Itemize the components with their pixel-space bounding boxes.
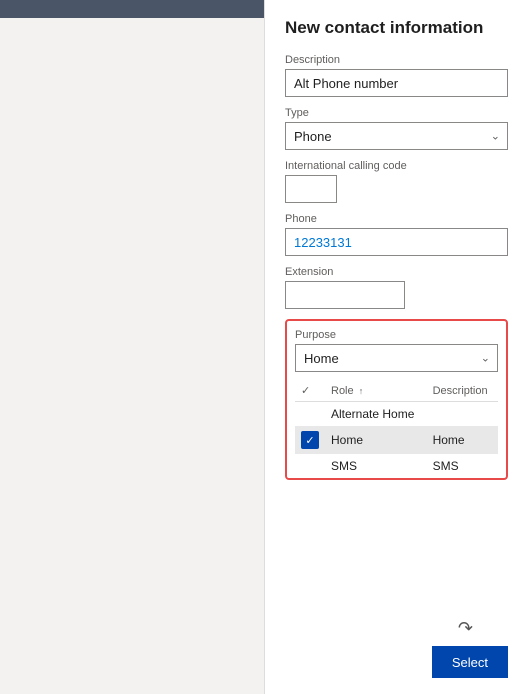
intl-code-label: International calling code (285, 160, 508, 172)
row-check-0 (295, 402, 325, 427)
select-button[interactable]: Select (432, 646, 508, 678)
extension-label: Extension (285, 266, 508, 278)
extension-group: Extension (285, 266, 508, 309)
right-panel: New contact information Description Type… (265, 0, 528, 694)
phone-input[interactable] (285, 228, 508, 256)
table-row[interactable]: SMS SMS (295, 454, 498, 478)
type-select-wrapper: Phone Email Address ⌄ (285, 122, 508, 150)
col-description: Description (427, 380, 498, 402)
cursor-icon: ↷ (458, 618, 473, 639)
table-row[interactable]: ✓ Home Home (295, 426, 498, 454)
description-group: Description (285, 54, 508, 97)
description-label: Description (285, 54, 508, 66)
purpose-group: Purpose Home Business Mobile Other ⌄ (295, 329, 498, 372)
table-body: Alternate Home ✓ Home Home SMS SMS (295, 402, 498, 479)
purpose-section: Purpose Home Business Mobile Other ⌄ ✓ R… (285, 319, 508, 480)
extension-input[interactable] (285, 281, 405, 309)
intl-code-input[interactable] (285, 175, 337, 203)
col-role: Role ↑ (325, 380, 427, 402)
left-panel (0, 0, 265, 694)
phone-group: Phone (285, 213, 508, 256)
type-group: Type Phone Email Address ⌄ (285, 107, 508, 150)
type-select[interactable]: Phone Email Address (285, 122, 508, 150)
intl-code-group: International calling code (285, 160, 508, 203)
sort-icon: ↑ (359, 386, 364, 396)
phone-label: Phone (285, 213, 508, 225)
col-check: ✓ (295, 380, 325, 402)
row-role-2: SMS (325, 454, 427, 478)
purpose-label: Purpose (295, 329, 498, 341)
purpose-select[interactable]: Home Business Mobile Other (295, 344, 498, 372)
table-header-row: ✓ Role ↑ Description (295, 380, 498, 402)
panel-title: New contact information (285, 18, 508, 38)
row-check-2 (295, 454, 325, 478)
type-label: Type (285, 107, 508, 119)
row-role-1: Home (325, 426, 427, 454)
row-desc-2: SMS (427, 454, 498, 478)
checked-icon: ✓ (301, 431, 319, 449)
table-row[interactable]: Alternate Home (295, 402, 498, 427)
bottom-section: ↷ Select (285, 636, 508, 678)
left-panel-header (0, 0, 264, 18)
row-desc-0 (427, 402, 498, 427)
purpose-select-wrapper: Home Business Mobile Other ⌄ (295, 344, 498, 372)
description-input[interactable] (285, 69, 508, 97)
row-role-0: Alternate Home (325, 402, 427, 427)
purpose-table: ✓ Role ↑ Description Alternate Home ✓ (295, 380, 498, 478)
row-desc-1: Home (427, 426, 498, 454)
row-check-1: ✓ (295, 426, 325, 454)
